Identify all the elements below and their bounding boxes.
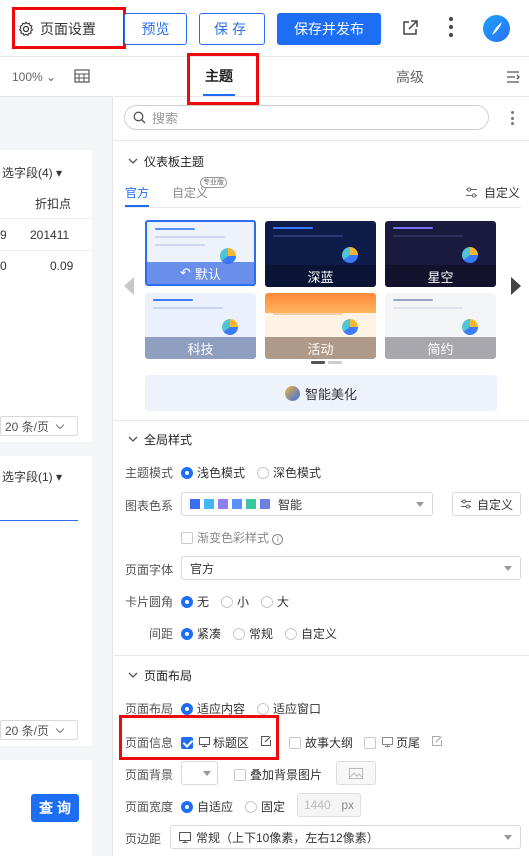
highlight-page-info <box>119 715 279 760</box>
margin-select[interactable]: 常规（上下10像素，左右12像素） <box>170 825 521 849</box>
theme-deep-blue[interactable]: 深蓝 <box>265 221 376 287</box>
edit-footer-icon[interactable] <box>431 735 443 750</box>
open-external-icon[interactable] <box>401 19 419 40</box>
smart-beautify-button[interactable]: 智能美化 <box>145 375 497 411</box>
divider <box>114 140 529 141</box>
undo-icon: ↶ <box>180 265 191 280</box>
divider <box>125 207 521 208</box>
tab-official[interactable]: 官方 <box>125 184 149 201</box>
page-bg-color-select[interactable] <box>181 761 218 785</box>
search-input[interactable]: 搜索 <box>124 105 489 130</box>
radio-fixed-width[interactable]: 固定 <box>245 798 285 815</box>
table-icon[interactable] <box>74 69 90 86</box>
theme-starry[interactable]: 星空 <box>385 221 496 287</box>
page-layout-header[interactable]: 页面布局 <box>128 667 192 684</box>
cell-r1-left: 9 <box>0 228 7 242</box>
active-underline <box>0 520 78 521</box>
query-button[interactable]: 查 询 <box>31 794 79 822</box>
preview-button[interactable]: 预览 <box>124 13 187 45</box>
collapse-panel-icon[interactable] <box>506 70 520 87</box>
save-publish-button[interactable]: 保存并发布 <box>277 13 381 45</box>
image-icon <box>349 767 363 779</box>
chevron-down-icon <box>128 672 138 679</box>
checkbox-footer[interactable]: 页尾 <box>364 734 420 751</box>
sliders-icon <box>460 499 472 509</box>
col-header-discount: 折扣点 <box>35 197 72 211</box>
field-selector-2[interactable]: 选字段(1) ▾ <box>2 468 62 485</box>
cell-r2-left: 0 <box>0 259 7 273</box>
search-placeholder: 搜索 <box>152 111 179 126</box>
palette-select[interactable]: 智能 <box>181 492 433 516</box>
palette-custom-button[interactable]: 自定义 <box>452 492 521 516</box>
highlight-theme-tab <box>187 53 259 105</box>
bg-image-picker[interactable] <box>336 761 376 785</box>
theme-simple[interactable]: 简约 <box>385 293 496 359</box>
info-icon: i <box>272 534 284 545</box>
more-vertical-icon[interactable] <box>449 17 453 39</box>
tab-bar <box>114 57 529 97</box>
monitor-icon <box>179 831 191 843</box>
tab-advanced[interactable]: 高级 <box>396 67 424 87</box>
theme-default[interactable]: ↶ 默认 <box>145 220 256 286</box>
divider <box>114 420 529 421</box>
search-more-icon[interactable] <box>511 111 514 125</box>
carousel-next-icon[interactable] <box>511 277 521 295</box>
pro-badge: 专业版 <box>200 177 227 188</box>
app-logo-icon[interactable] <box>483 15 510 42</box>
width-input[interactable]: 1440 px <box>297 793 361 817</box>
page-size-select-1[interactable]: 20 条/页 <box>0 416 78 436</box>
dashboard-theme-header[interactable]: 仪表板主题 <box>128 153 204 170</box>
radio-spacing-compact[interactable]: 紧凑 <box>181 625 221 642</box>
chevron-down-icon <box>128 158 138 165</box>
theme-mode-label: 主题模式 <box>125 466 174 480</box>
margin-label: 页边距 <box>125 832 162 846</box>
carousel-dot[interactable] <box>328 361 342 364</box>
radio-radius-none[interactable]: 无 <box>181 593 209 610</box>
palette-swatches <box>190 499 270 509</box>
chevron-down-icon <box>128 436 138 443</box>
spacing-label: 间距 <box>149 627 174 641</box>
checkbox-overlay-bg[interactable]: 叠加背景图片 <box>234 766 322 783</box>
carousel-prev-icon[interactable] <box>124 277 134 295</box>
global-style-header[interactable]: 全局样式 <box>128 431 192 448</box>
page-bg-label: 页面背景 <box>125 768 174 782</box>
radio-light-mode[interactable]: 浅色模式 <box>181 464 245 481</box>
palette-label: 图表色系 <box>125 499 174 513</box>
cell-r1-right: 201411 <box>30 228 70 242</box>
font-label: 页面字体 <box>125 563 174 577</box>
divider <box>114 655 529 656</box>
card-radius-label: 卡片圆角 <box>125 595 174 609</box>
row-divider <box>0 250 92 251</box>
page-size-select-2[interactable]: 20 条/页 <box>0 720 78 740</box>
highlight-page-settings <box>12 7 126 49</box>
radio-adaptive-width[interactable]: 自适应 <box>181 798 233 815</box>
theme-tech[interactable]: 科技 <box>145 293 256 359</box>
radio-spacing-normal[interactable]: 常规 <box>233 625 273 642</box>
radio-spacing-custom[interactable]: 自定义 <box>285 625 337 642</box>
left-card-2 <box>0 456 92 746</box>
carousel-dot-active[interactable] <box>311 361 325 364</box>
field-selector-1[interactable]: 选字段(4) ▾ <box>2 164 62 181</box>
save-button[interactable]: 保存 <box>199 13 265 45</box>
monitor-icon <box>382 736 393 750</box>
beautify-logo-icon <box>284 385 300 401</box>
radio-radius-large[interactable]: 大 <box>261 593 289 610</box>
custom-theme-link[interactable]: 自定义 <box>465 184 520 201</box>
radio-radius-small[interactable]: 小 <box>221 593 249 610</box>
sliders-icon <box>465 187 478 198</box>
cell-r2-right: 0.09 <box>50 259 74 273</box>
left-card-1 <box>0 150 92 442</box>
checkbox-story-outline[interactable]: 故事大纲 <box>289 734 353 751</box>
zoom-select[interactable]: 100% ⌄ <box>12 70 56 84</box>
font-select[interactable]: 官方 <box>181 556 521 580</box>
gradient-checkbox[interactable]: 渐变色彩样式 i <box>181 529 284 546</box>
radio-dark-mode[interactable]: 深色模式 <box>257 464 321 481</box>
row-divider <box>0 218 92 219</box>
page-width-label: 页面宽度 <box>125 800 174 814</box>
theme-event[interactable]: 活动 <box>265 293 376 359</box>
search-icon <box>133 111 146 124</box>
